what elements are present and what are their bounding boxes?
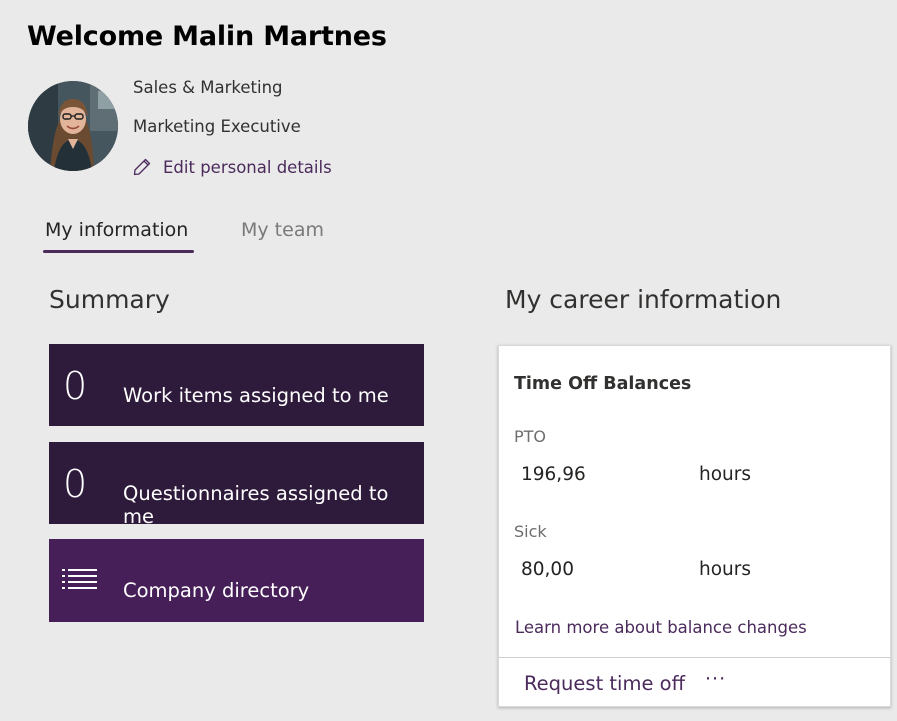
department-label: Sales & Marketing: [133, 78, 283, 97]
questionnaires-tile[interactable]: 0 Questionnaires assigned to me: [49, 442, 424, 528]
sick-value: 80,00: [521, 559, 574, 580]
pto-unit: hours: [699, 464, 752, 485]
company-directory-tile[interactable]: Company directory: [49, 539, 424, 622]
learn-more-link[interactable]: Learn more about balance changes: [515, 618, 807, 637]
work-items-tile[interactable]: 0 Work items assigned to me: [49, 344, 424, 426]
sick-unit: hours: [699, 559, 752, 580]
company-directory-label: Company directory: [123, 579, 310, 602]
avatar: [28, 81, 118, 171]
time-off-balances-title: Time Off Balances: [514, 374, 692, 394]
work-items-count: 0: [63, 364, 88, 408]
list-icon: [62, 569, 97, 589]
career-heading: My career information: [505, 285, 782, 314]
summary-heading: Summary: [49, 285, 170, 314]
pto-value: 196,96: [521, 464, 586, 485]
job-title-label: Marketing Executive: [133, 117, 301, 136]
sick-label: Sick: [514, 522, 547, 541]
edit-personal-details-label: Edit personal details: [163, 157, 332, 177]
active-tab-indicator: [43, 250, 194, 253]
pto-label: PTO: [514, 427, 547, 446]
request-time-off-button[interactable]: Request time off: [524, 672, 685, 695]
more-options-button[interactable]: ···: [705, 668, 726, 690]
questionnaires-count: 0: [63, 462, 88, 506]
time-off-balances-card: Time Off Balances PTO 196,96 hours Sick …: [498, 345, 891, 707]
questionnaires-label: Questionnaires assigned to me: [123, 482, 389, 528]
card-divider: [499, 657, 890, 658]
avatar-photo: [28, 81, 118, 171]
pencil-icon: [133, 158, 151, 176]
edit-personal-details-link[interactable]: Edit personal details: [132, 157, 332, 177]
tab-my-team[interactable]: My team: [241, 219, 324, 241]
work-items-label: Work items assigned to me: [123, 384, 389, 407]
tab-my-information[interactable]: My information: [45, 219, 188, 241]
page-title: Welcome Malin Martnes: [27, 21, 387, 52]
